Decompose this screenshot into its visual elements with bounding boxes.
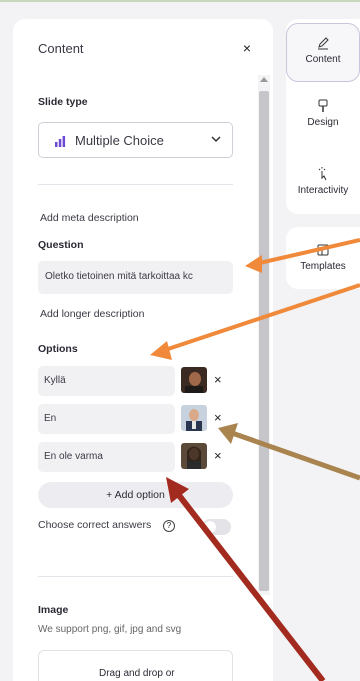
add-meta-description-link[interactable]: Add meta description <box>40 212 139 224</box>
interactivity-icon <box>318 167 327 181</box>
option-value: En <box>44 413 57 424</box>
question-label: Question <box>38 239 84 251</box>
option-row: En ole varma × <box>38 442 238 472</box>
slide-type-value: Multiple Choice <box>75 133 164 148</box>
option-image-thumbnail[interactable] <box>181 443 207 469</box>
content-panel: Content × Slide type Multiple Choice Add… <box>13 19 273 681</box>
question-value: Oletko tietoinen mitä tarkoittaa kc <box>45 271 193 282</box>
option-value: En ole varma <box>44 451 103 462</box>
tab-label: Content <box>305 54 341 65</box>
choose-correct-answers-label: Choose correct answers <box>38 519 152 531</box>
correct-answers-toggle[interactable] <box>202 519 231 535</box>
image-label: Image <box>38 604 69 616</box>
bar-chart-icon <box>55 136 66 147</box>
drop-zone-text: Drag and drop or <box>99 668 175 679</box>
scroll-up-arrow-icon[interactable] <box>260 77 268 82</box>
close-icon[interactable]: × <box>243 41 251 55</box>
tab-templates[interactable]: Templates <box>286 243 360 272</box>
paint-brush-icon <box>318 99 328 112</box>
scrollbar-thumb[interactable] <box>259 91 269 591</box>
add-longer-description-link[interactable]: Add longer description <box>40 308 144 320</box>
chevron-down-icon <box>211 136 221 143</box>
option-row: En × <box>38 404 238 434</box>
templates-icon <box>317 244 329 256</box>
remove-option-icon[interactable]: × <box>214 411 222 424</box>
tab-label: Design <box>307 117 339 128</box>
remove-option-icon[interactable]: × <box>214 449 222 462</box>
option-input[interactable]: En <box>38 404 175 434</box>
option-image-thumbnail[interactable] <box>181 405 207 431</box>
image-format-description: We support png, gif, jpg and svg <box>38 624 182 635</box>
tab-interactivity[interactable]: Interactivity <box>286 167 360 196</box>
option-input[interactable]: Kyllä <box>38 366 175 396</box>
slide-type-select[interactable]: Multiple Choice <box>38 122 233 158</box>
tab-content[interactable]: Content <box>286 23 360 82</box>
add-option-button[interactable]: + Add option <box>38 482 233 508</box>
toggle-knob <box>204 521 216 533</box>
slide-type-label: Slide type <box>38 96 88 108</box>
image-drop-zone[interactable]: Drag and drop or <box>38 650 233 681</box>
option-row: Kyllä × <box>38 366 238 396</box>
option-image-thumbnail[interactable] <box>181 367 207 393</box>
tab-label: Interactivity <box>297 185 349 196</box>
help-icon[interactable]: ? <box>163 520 175 532</box>
option-input[interactable]: En ole varma <box>38 442 175 472</box>
question-input[interactable]: Oletko tietoinen mitä tarkoittaa kc <box>38 261 233 294</box>
divider <box>38 184 233 185</box>
tab-design[interactable]: Design <box>286 99 360 128</box>
pen-icon <box>318 37 329 50</box>
option-value: Kyllä <box>44 375 66 386</box>
divider <box>38 576 233 577</box>
panel-title: Content <box>38 41 84 56</box>
remove-option-icon[interactable]: × <box>214 373 222 386</box>
side-tabs: Content Design Interactivity Templates <box>286 19 360 289</box>
tab-label: Templates <box>300 261 346 272</box>
options-label: Options <box>38 343 78 355</box>
top-border-line <box>0 0 360 2</box>
